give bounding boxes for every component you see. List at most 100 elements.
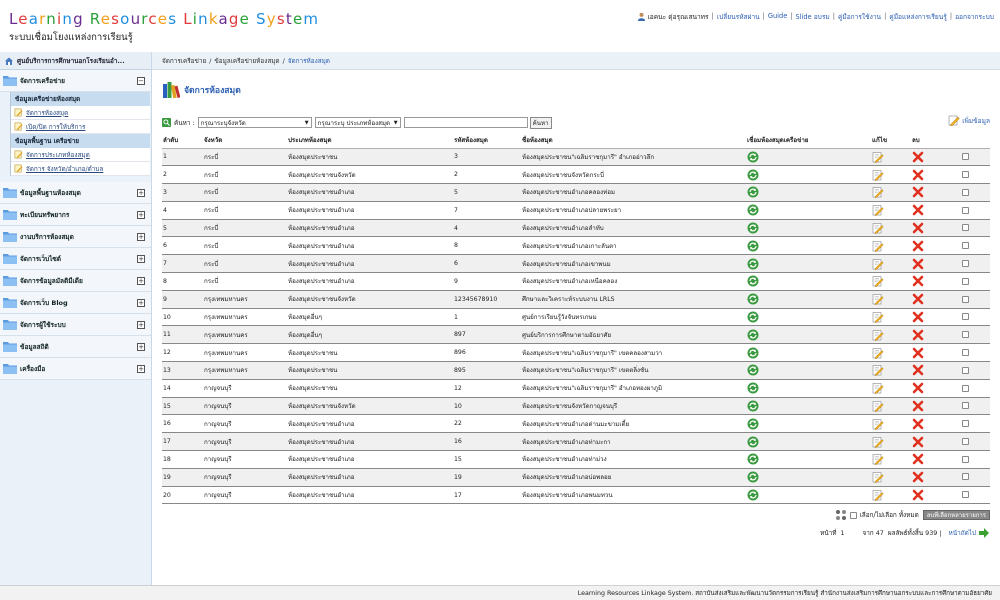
delete-icon[interactable] bbox=[912, 400, 924, 412]
search-button[interactable]: ค้นหา bbox=[529, 116, 552, 129]
row-checkbox[interactable] bbox=[962, 277, 969, 285]
province-select[interactable]: กรุณาระบุจังหวัด ▼ bbox=[197, 117, 312, 128]
sync-network-icon[interactable] bbox=[747, 364, 759, 376]
expand-toggle[interactable]: + bbox=[137, 189, 145, 197]
expand-toggle[interactable]: + bbox=[137, 343, 145, 351]
sync-network-icon[interactable] bbox=[747, 222, 759, 234]
expand-toggle[interactable]: + bbox=[137, 321, 145, 329]
delete-icon[interactable] bbox=[912, 151, 924, 163]
delete-icon[interactable] bbox=[912, 418, 924, 430]
sidebar-section[interactable]: จัดการเว็บ Blog + bbox=[0, 292, 151, 314]
expand-toggle[interactable]: + bbox=[137, 211, 145, 219]
sidebar-section[interactable]: ข้อมูลพื้นฐานห้องสมุด + bbox=[0, 182, 151, 204]
collapse-toggle[interactable]: − bbox=[137, 77, 145, 85]
expand-toggle[interactable]: + bbox=[137, 299, 145, 307]
row-checkbox[interactable] bbox=[962, 384, 969, 392]
delete-icon[interactable] bbox=[912, 222, 924, 234]
sidebar-section[interactable]: จัดการข้อมูลมัลติมีเดีย + bbox=[0, 270, 151, 292]
row-checkbox[interactable] bbox=[962, 331, 969, 339]
sidebar-section[interactable]: งานบริการห้องสมุด + bbox=[0, 226, 151, 248]
sync-network-icon[interactable] bbox=[747, 418, 759, 430]
sync-network-icon[interactable] bbox=[747, 240, 759, 252]
row-checkbox[interactable] bbox=[962, 420, 969, 428]
library-type-select[interactable]: กรุณาระบุ ประเภทห้องสมุด ▼ bbox=[314, 117, 401, 128]
sync-network-icon[interactable] bbox=[747, 293, 759, 305]
delete-icon[interactable] bbox=[912, 364, 924, 376]
sync-network-icon[interactable] bbox=[747, 489, 759, 501]
sidebar-section[interactable]: ทะเบียนทรัพยากร + bbox=[0, 204, 151, 226]
row-checkbox[interactable] bbox=[962, 188, 969, 196]
delete-icon[interactable] bbox=[912, 293, 924, 305]
row-checkbox[interactable] bbox=[962, 473, 969, 481]
edit-icon[interactable] bbox=[872, 275, 884, 288]
next-arrow-icon[interactable] bbox=[978, 527, 990, 539]
row-checkbox[interactable] bbox=[962, 153, 969, 161]
breadcrumb-item[interactable]: ข้อมูลเครือข่ายห้องสมุด bbox=[214, 56, 279, 66]
edit-icon[interactable] bbox=[872, 204, 884, 217]
row-checkbox[interactable] bbox=[962, 402, 969, 410]
sync-network-icon[interactable] bbox=[747, 329, 759, 341]
page-number-input[interactable]: 1 bbox=[839, 528, 860, 538]
row-checkbox[interactable] bbox=[962, 366, 969, 374]
edit-icon[interactable] bbox=[872, 293, 884, 306]
edit-icon[interactable] bbox=[872, 186, 884, 199]
sidebar-item-open-close-service[interactable]: เปิด/ปิด การให้บริการ bbox=[11, 120, 150, 134]
edit-icon[interactable] bbox=[872, 347, 884, 359]
delete-selected-button[interactable]: ลบที่เลือกหลายรายการ bbox=[922, 510, 990, 520]
sync-network-icon[interactable] bbox=[747, 400, 759, 412]
delete-icon[interactable] bbox=[912, 347, 924, 359]
edit-icon[interactable] bbox=[872, 258, 884, 270]
delete-icon[interactable] bbox=[912, 186, 924, 198]
row-checkbox[interactable] bbox=[962, 455, 969, 463]
edit-icon[interactable] bbox=[872, 453, 884, 466]
sync-network-icon[interactable] bbox=[747, 169, 759, 181]
edit-icon[interactable] bbox=[872, 329, 884, 341]
sidebar-section[interactable]: จัดการเว็บไซต์ + bbox=[0, 248, 151, 270]
nav-guide[interactable]: Guide bbox=[768, 12, 787, 20]
edit-icon[interactable] bbox=[872, 436, 884, 448]
nav-training-slide[interactable]: Slide อบรม bbox=[796, 11, 830, 22]
row-checkbox[interactable] bbox=[962, 206, 969, 214]
sidebar-section[interactable]: จัดการผู้ใช้ระบบ + bbox=[0, 314, 151, 336]
search-input[interactable] bbox=[403, 117, 528, 128]
nav-logout[interactable]: ออกจากระบบ bbox=[955, 11, 994, 22]
edit-icon[interactable] bbox=[872, 382, 884, 395]
delete-icon[interactable] bbox=[912, 471, 924, 483]
nav-learning-resource-manual[interactable]: คู่มือแหล่งการเรียนรู้ bbox=[889, 11, 947, 22]
breadcrumb-item[interactable]: จัดการเครือข่าย bbox=[162, 56, 206, 66]
sync-network-icon[interactable] bbox=[747, 453, 759, 465]
sync-network-icon[interactable] bbox=[747, 436, 759, 448]
sidebar-section-network[interactable]: จัดการเครือข่าย − bbox=[0, 70, 151, 92]
next-page-link[interactable]: หน้าถัดไป bbox=[949, 528, 976, 538]
sync-network-icon[interactable] bbox=[747, 347, 759, 359]
delete-icon[interactable] bbox=[912, 453, 924, 465]
delete-icon[interactable] bbox=[912, 311, 924, 323]
delete-icon[interactable] bbox=[912, 489, 924, 501]
select-all-checkbox[interactable] bbox=[849, 511, 857, 519]
sidebar-section[interactable]: เครื่องมือ + bbox=[0, 358, 151, 380]
expand-toggle[interactable]: + bbox=[137, 233, 145, 241]
row-checkbox[interactable] bbox=[962, 242, 969, 250]
edit-icon[interactable] bbox=[872, 151, 884, 163]
row-checkbox[interactable] bbox=[962, 224, 969, 232]
sync-network-icon[interactable] bbox=[747, 258, 759, 270]
sync-network-icon[interactable] bbox=[747, 382, 759, 394]
delete-icon[interactable] bbox=[912, 275, 924, 287]
delete-icon[interactable] bbox=[912, 258, 924, 270]
sync-network-icon[interactable] bbox=[747, 204, 759, 216]
sidebar-item-manage-province[interactable]: จัดการ จังหวัด/อำเภอ/ตำบล bbox=[11, 162, 150, 176]
sidebar-item-manage-library[interactable]: จัดการห้องสมุด bbox=[11, 106, 150, 120]
row-checkbox[interactable] bbox=[962, 313, 969, 321]
row-checkbox[interactable] bbox=[962, 295, 969, 303]
sidebar-section[interactable]: ข้อมูลสถิติ + bbox=[0, 336, 151, 358]
nav-change-password[interactable]: เปลี่ยนรหัสผ่าน bbox=[717, 11, 760, 22]
row-checkbox[interactable] bbox=[962, 170, 969, 178]
delete-icon[interactable] bbox=[912, 204, 924, 216]
edit-icon[interactable] bbox=[872, 240, 884, 252]
delete-icon[interactable] bbox=[912, 382, 924, 394]
edit-icon[interactable] bbox=[872, 418, 884, 430]
sync-network-icon[interactable] bbox=[747, 311, 759, 323]
row-checkbox[interactable] bbox=[962, 491, 969, 499]
edit-icon[interactable] bbox=[872, 489, 884, 501]
sidebar-home[interactable]: ศูนย์บริการการศึกษานอกโรงเรียนอำ... bbox=[0, 52, 151, 70]
